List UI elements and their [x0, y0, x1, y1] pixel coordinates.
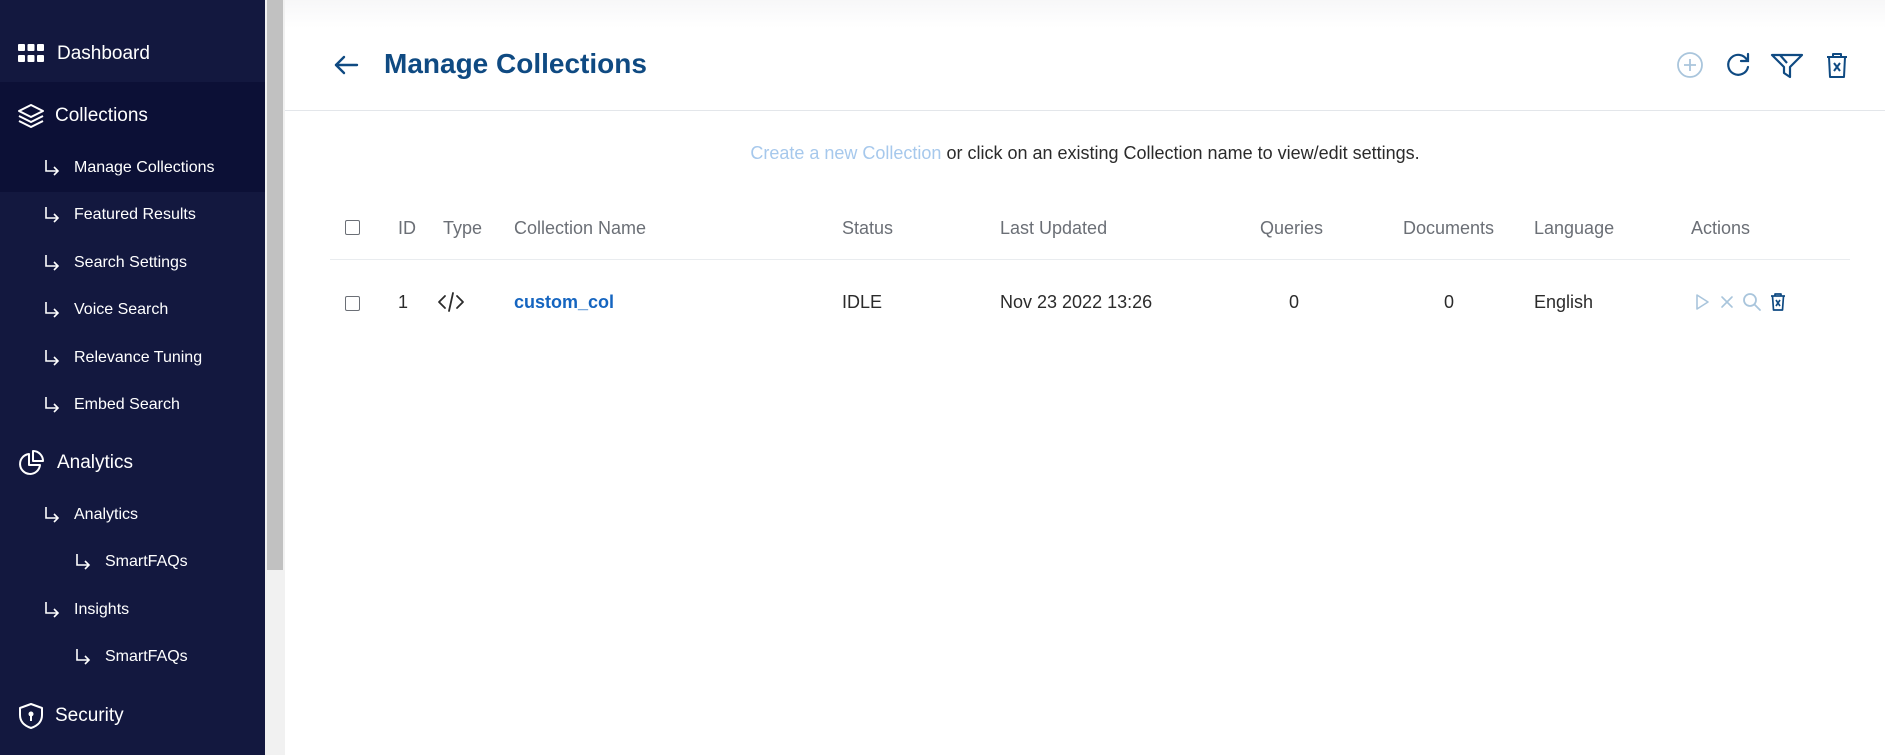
add-circle-icon [1677, 52, 1703, 78]
delete-collection-button[interactable] [1766, 290, 1790, 314]
page-title: Manage Collections [384, 48, 647, 79]
hint-text: Create a new Collection or click on an e… [285, 143, 1885, 164]
sidebar-item-label: Relevance Tuning [74, 349, 203, 366]
main-content: Manage Collections Create a new Collecti… [285, 0, 1885, 755]
cell-queries: 0 [1289, 292, 1300, 312]
sidebar-item-manage-collections[interactable]: Manage Collections [0, 145, 265, 191]
start-crawl-button[interactable] [1690, 290, 1714, 314]
subitem-arrow-icon [76, 649, 91, 665]
sidebar-item-label: Search Settings [74, 254, 187, 271]
close-icon [1721, 296, 1733, 308]
sidebar-item-label: Analytics [57, 452, 134, 473]
sidebar-item-analytics-section[interactable]: Analytics [0, 443, 265, 483]
sidebar-item-collections[interactable]: Collections [0, 96, 265, 136]
sidebar-item-label: Manage Collections [74, 159, 215, 176]
subitem-arrow-icon [45, 207, 60, 223]
sidebar-item-label: Embed Search [74, 396, 180, 413]
search-icon [1743, 293, 1761, 311]
cell-id: 1 [398, 292, 409, 312]
back-button[interactable] [331, 50, 361, 80]
sidebar-item-embed-search[interactable]: Embed Search [0, 382, 265, 428]
subitem-arrow-icon [45, 397, 60, 413]
column-header-documents[interactable]: Documents [1403, 218, 1494, 239]
stop-crawl-button[interactable] [1715, 290, 1739, 314]
sidebar-item-label: Security [55, 705, 124, 726]
grid-icon [16, 39, 46, 69]
subitem-arrow-icon [45, 602, 60, 618]
search-collection-button[interactable] [1740, 290, 1764, 314]
sidebar-item-featured-results[interactable]: Featured Results [0, 192, 265, 238]
layers-icon [16, 101, 46, 131]
sidebar-item-label: Dashboard [57, 43, 150, 64]
subitem-arrow-icon [45, 160, 60, 176]
sidebar-item-label: SmartFAQs [105, 648, 188, 665]
row-checkbox[interactable] [345, 296, 360, 311]
sidebar-item-label: Analytics [74, 506, 139, 523]
column-header-queries[interactable]: Queries [1260, 218, 1323, 239]
cell-documents: 0 [1444, 292, 1455, 312]
sidebar-item-voice-search[interactable]: Voice Search [0, 287, 265, 333]
column-header-id[interactable]: ID [398, 218, 416, 239]
sidebar-item-insights[interactable]: Insights [0, 587, 265, 633]
code-icon [436, 290, 466, 319]
sidebar-item-analytics[interactable]: Analytics [0, 492, 265, 538]
sidebar: Dashboard Collections Manage Collections… [0, 0, 265, 755]
sidebar-scrollbar-thumb[interactable] [267, 0, 283, 570]
cell-language: English [1534, 292, 1594, 312]
subitem-arrow-icon [45, 350, 60, 366]
select-all-checkbox[interactable] [345, 220, 360, 235]
shield-icon [16, 701, 46, 731]
collection-name-link[interactable]: custom_col [514, 292, 614, 313]
add-collection-button[interactable] [1673, 48, 1707, 82]
hint-description: or click on an existing Collection name … [941, 143, 1420, 163]
filter-button[interactable] [1770, 48, 1804, 82]
column-header-language[interactable]: Language [1534, 218, 1614, 239]
sidebar-item-insights-smartfaqs[interactable]: SmartFAQs [0, 634, 265, 680]
filter-icon [1770, 53, 1804, 79]
pie-chart-icon [16, 448, 46, 478]
table-header: ID Type Collection Name Status Last Upda… [330, 208, 1850, 260]
page-header: Manage Collections [285, 0, 1885, 111]
column-header-name[interactable]: Collection Name [514, 218, 646, 239]
sidebar-item-label: SmartFAQs [105, 553, 188, 570]
column-header-last-updated[interactable]: Last Updated [1000, 218, 1107, 239]
refresh-button[interactable] [1721, 48, 1755, 82]
delete-icon [1771, 293, 1785, 311]
sidebar-item-label: Collections [55, 105, 148, 126]
subitem-arrow-icon [45, 507, 60, 523]
table-row: 1 custom_col IDLE Nov 23 2022 13:26 0 0 … [330, 280, 1850, 328]
sidebar-item-label: Featured Results [74, 206, 196, 223]
column-header-actions: Actions [1691, 218, 1751, 238]
refresh-icon [1727, 52, 1750, 76]
delete-collections-button[interactable] [1820, 48, 1854, 82]
column-header-type[interactable]: Type [443, 218, 482, 239]
sidebar-item-relevance-tuning[interactable]: Relevance Tuning [0, 335, 265, 381]
sidebar-item-dashboard[interactable]: Dashboard [0, 34, 265, 74]
subitem-arrow-icon [76, 554, 91, 570]
sidebar-item-label: Insights [74, 601, 130, 618]
sidebar-item-smartfaqs[interactable]: SmartFAQs [0, 539, 265, 585]
app: Dashboard Collections Manage Collections… [0, 0, 1885, 755]
cell-status: IDLE [842, 292, 883, 312]
create-collection-link[interactable]: Create a new Collection [750, 143, 941, 163]
sidebar-item-label: Voice Search [74, 301, 169, 318]
sidebar-item-search-settings[interactable]: Search Settings [0, 240, 265, 286]
sidebar-item-security[interactable]: Security [0, 696, 265, 736]
arrow-left-icon [334, 55, 359, 75]
cell-last-updated: Nov 23 2022 13:26 [1000, 292, 1153, 312]
subitem-arrow-icon [45, 255, 60, 271]
play-icon [1696, 294, 1709, 310]
subitem-arrow-icon [45, 302, 60, 318]
column-header-status[interactable]: Status [842, 218, 893, 239]
delete-icon [1827, 53, 1847, 78]
